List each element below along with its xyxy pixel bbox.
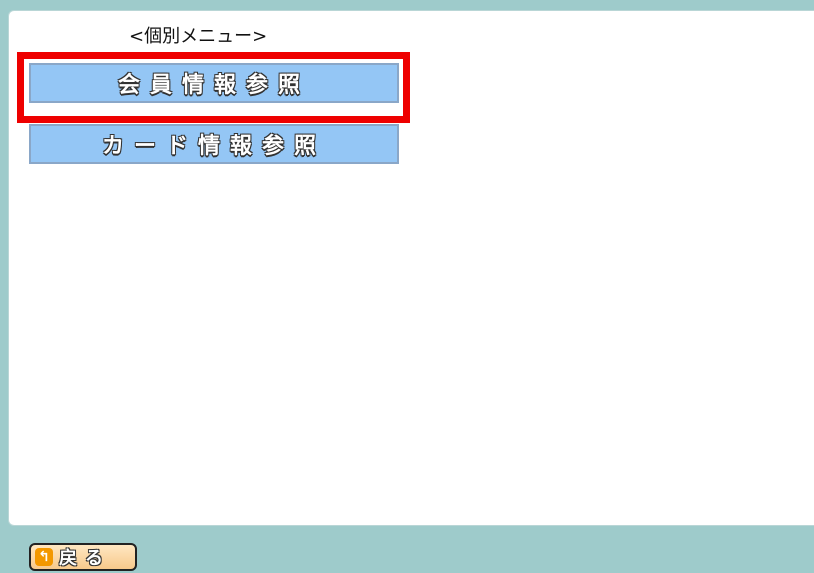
card-info-button[interactable]: カード情報参照: [29, 124, 399, 164]
member-info-button[interactable]: 会員情報参照: [29, 63, 399, 103]
menu-title: <個別メニュー>: [129, 26, 268, 47]
back-button[interactable]: ↰ 戻る: [29, 543, 137, 571]
card-info-label: カード情報参照: [101, 134, 326, 159]
content-panel: <個別メニュー> 会員情報参照 カード情報参照: [8, 10, 814, 526]
back-label: 戻る: [59, 548, 111, 569]
member-info-label: 会員情報参照: [117, 73, 310, 98]
return-arrow-icon: ↰: [35, 548, 53, 566]
